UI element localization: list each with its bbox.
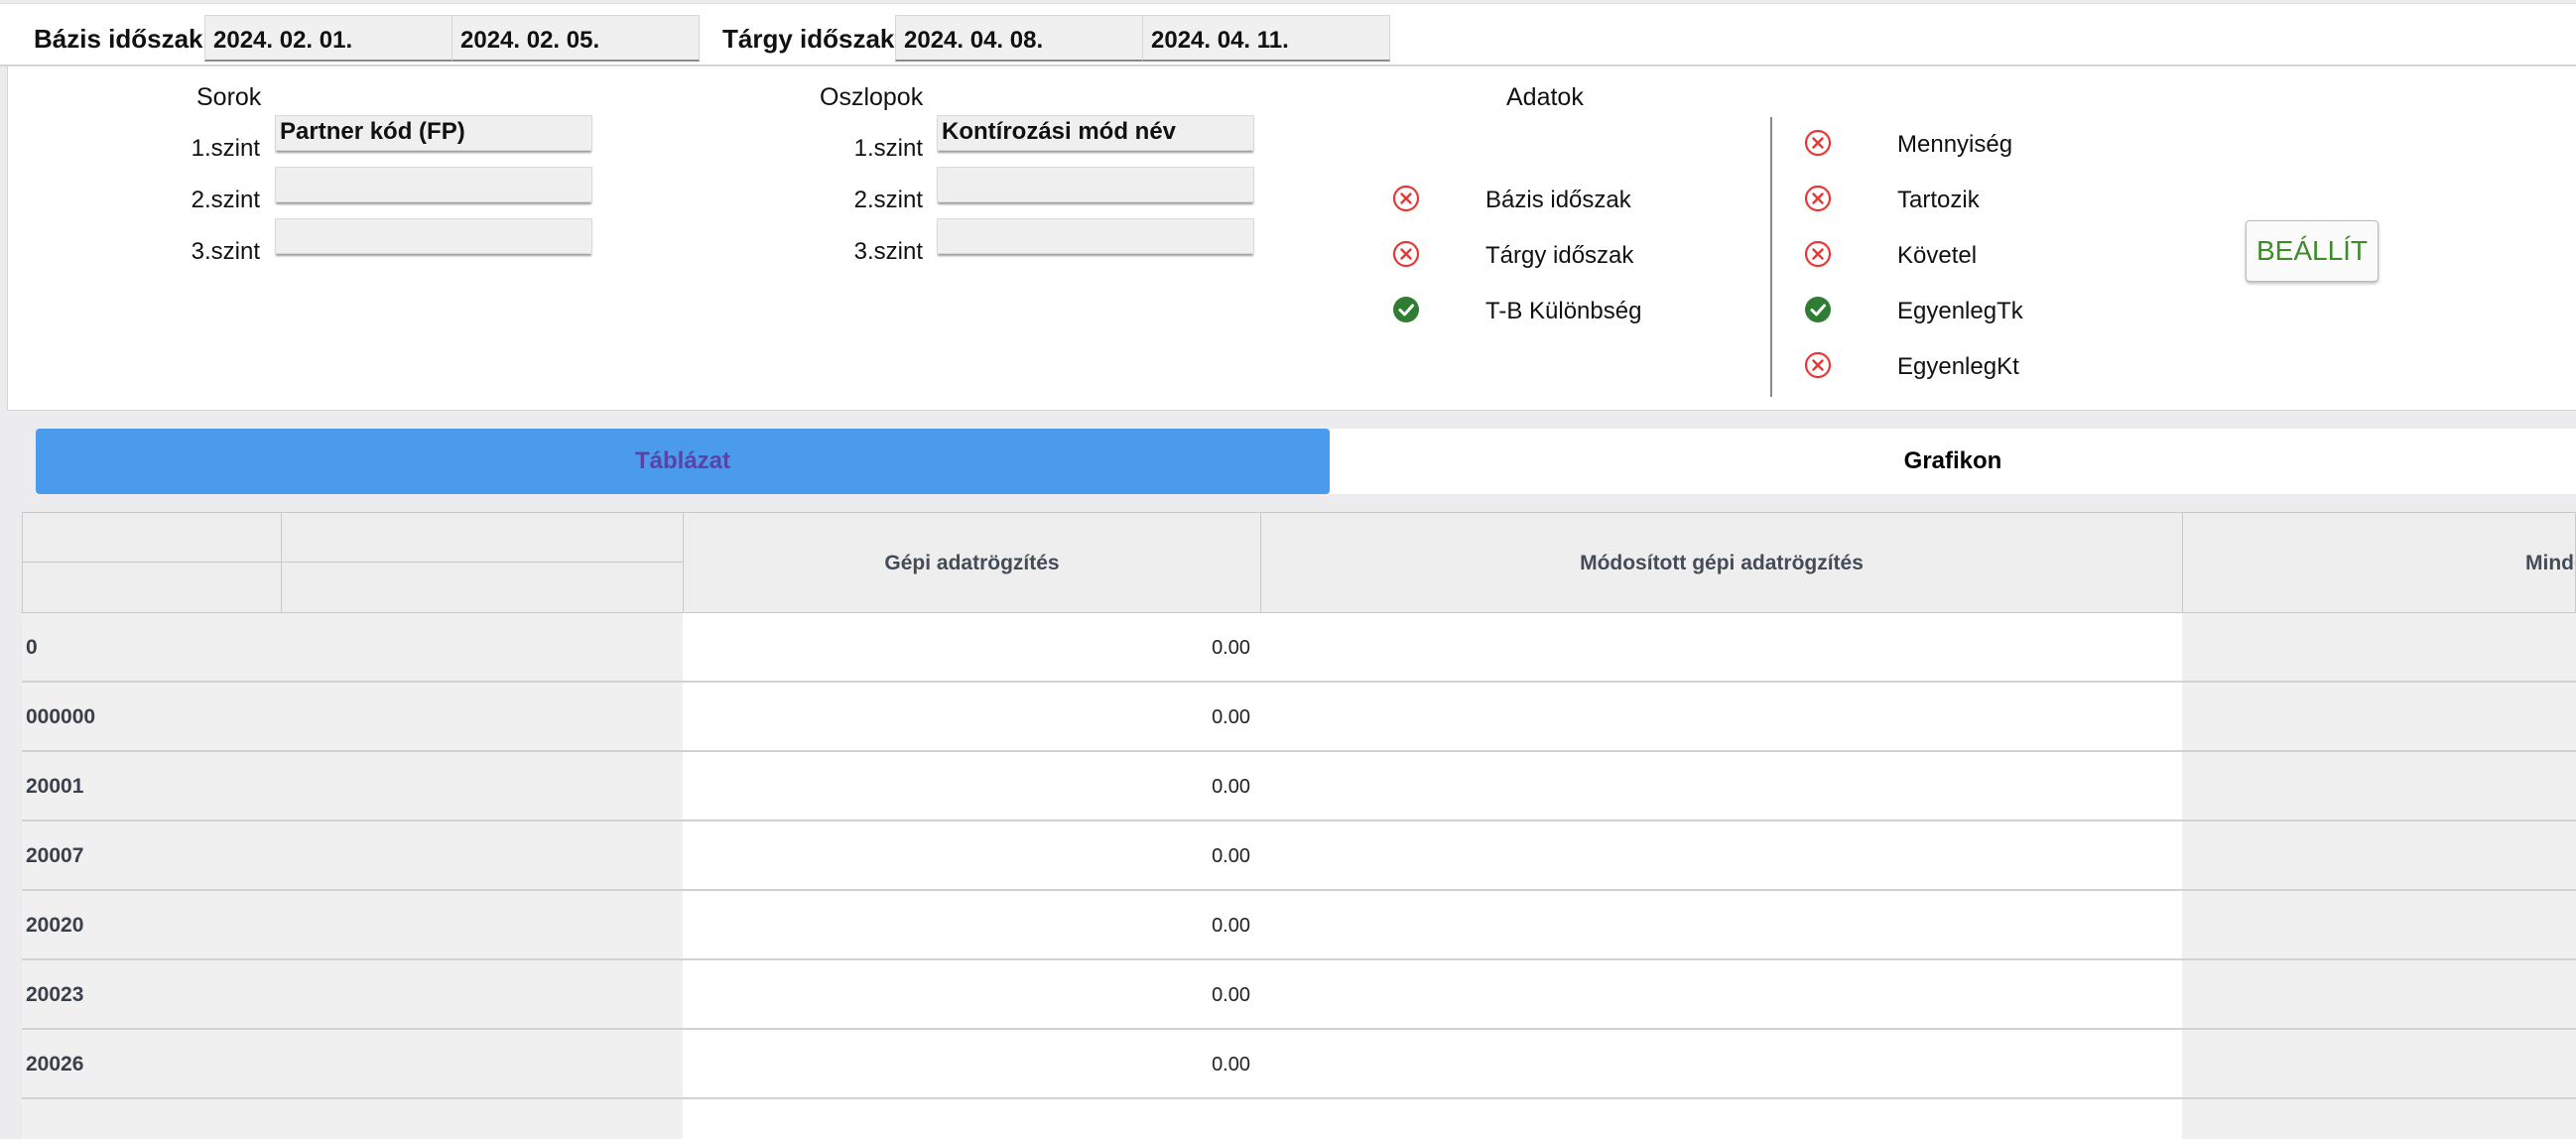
data-toggle-label: T-B Különbség <box>1485 298 1642 324</box>
subject-period-label: Tárgy időszak <box>722 24 895 54</box>
row-empty-cell[interactable] <box>2182 683 2576 752</box>
row-empty-cell[interactable] <box>2182 1030 2576 1099</box>
row-empty-cell[interactable] <box>2182 960 2576 1030</box>
set-button[interactable]: BEÁLLÍT <box>2246 220 2379 282</box>
column-header[interactable]: Gépi adatrögzítés <box>683 512 1261 613</box>
data-toggle-label: EgyenlegKt <box>1897 353 2019 380</box>
row-key-cell[interactable]: 20001 <box>22 752 684 822</box>
base-to-date-field[interactable]: 2024. 02. 05. <box>451 15 700 62</box>
header-corner-cell <box>22 562 282 613</box>
row-key-cell[interactable]: 20007 <box>22 822 684 891</box>
data-toggle-label: Követel <box>1897 242 1978 269</box>
row-empty-cell[interactable] <box>1260 683 2183 752</box>
column-header[interactable]: Mindös <box>2182 512 2576 613</box>
x-circle-icon[interactable] <box>1392 240 1420 268</box>
row-empty-cell[interactable] <box>1260 752 2183 822</box>
row-empty-cell[interactable] <box>1260 613 2183 683</box>
rows-level-1-label: 1.szint <box>191 135 260 162</box>
tab-chart[interactable]: Grafikon <box>1330 429 2576 494</box>
row-empty-cell[interactable] <box>1260 891 2183 960</box>
row-value-cell[interactable]: 0.00 <box>683 683 1261 752</box>
columns-config-title: Oszlopok <box>820 83 924 111</box>
check-circle-icon[interactable] <box>1392 296 1420 323</box>
row-partial-cell <box>22 1099 684 1139</box>
columns-level-3-field[interactable] <box>937 218 1254 254</box>
columns-level-3-label: 3.szint <box>853 238 923 265</box>
header-corner-cell <box>22 512 282 563</box>
row-key-cell[interactable]: 20020 <box>22 891 684 960</box>
rows-level-2-label: 2.szint <box>191 187 260 213</box>
subject-to-date-field[interactable]: 2024. 04. 11. <box>1142 15 1390 62</box>
row-partial-cell <box>1260 1099 2183 1139</box>
x-circle-icon[interactable] <box>1804 129 1832 157</box>
data-grid: Gépi adatrögzítés Módosított gépi adatrö… <box>22 512 2576 1139</box>
row-empty-cell[interactable] <box>1260 1030 2183 1099</box>
row-value-cell[interactable]: 0.00 <box>683 752 1261 822</box>
row-value-cell[interactable]: 0.00 <box>683 891 1261 960</box>
x-circle-icon[interactable] <box>1392 185 1420 212</box>
columns-level-1-field[interactable]: Kontírozási mód név <box>937 115 1254 151</box>
row-value-cell[interactable]: 0.00 <box>683 822 1261 891</box>
x-circle-icon[interactable] <box>1804 185 1832 212</box>
row-empty-cell[interactable] <box>2182 822 2576 891</box>
data-config-title: Adatok <box>1506 83 1584 111</box>
row-empty-cell[interactable] <box>1260 822 2183 891</box>
row-partial-cell <box>683 1099 1261 1139</box>
row-key-cell[interactable]: 000000 <box>22 683 684 752</box>
header-corner-cell <box>281 562 706 613</box>
row-empty-cell[interactable] <box>1260 960 2183 1030</box>
row-value-cell[interactable]: 0.00 <box>683 960 1261 1030</box>
data-toggle-label: Tartozik <box>1897 187 1980 213</box>
row-value-cell[interactable]: 0.00 <box>683 613 1261 683</box>
row-empty-cell[interactable] <box>2182 891 2576 960</box>
row-value-cell[interactable]: 0.00 <box>683 1030 1261 1099</box>
tab-table[interactable]: Táblázat <box>36 429 1330 494</box>
rows-level-1-field[interactable]: Partner kód (FP) <box>275 115 592 151</box>
period-bar: Bázis időszak 2024. 02. 01. 2024. 02. 05… <box>0 3 2576 66</box>
header-corner-cell <box>281 512 706 563</box>
columns-level-2-field[interactable] <box>937 167 1254 202</box>
data-toggle-label: Bázis időszak <box>1485 187 1631 213</box>
data-divider <box>1770 117 1772 397</box>
columns-level-1-label: 1.szint <box>853 135 923 162</box>
row-empty-cell[interactable] <box>2182 613 2576 683</box>
columns-level-2-label: 2.szint <box>853 187 923 213</box>
base-period-label: Bázis időszak <box>34 24 203 54</box>
x-circle-icon[interactable] <box>1804 240 1832 268</box>
base-from-date-field[interactable]: 2024. 02. 01. <box>204 15 452 62</box>
rows-level-2-field[interactable] <box>275 167 592 202</box>
row-key-cell[interactable]: 20023 <box>22 960 684 1030</box>
check-circle-icon[interactable] <box>1804 296 1832 323</box>
rows-config-title: Sorok <box>196 83 262 111</box>
rows-level-3-label: 3.szint <box>191 238 260 265</box>
row-empty-cell[interactable] <box>2182 752 2576 822</box>
rows-level-3-field[interactable] <box>275 218 592 254</box>
data-toggle-label: Mennyiség <box>1897 131 2013 158</box>
data-toggle-label: EgyenlegTk <box>1897 298 2023 324</box>
data-toggle-label: Tárgy időszak <box>1485 242 1634 269</box>
x-circle-icon[interactable] <box>1804 351 1832 379</box>
row-key-cell[interactable]: 0 <box>22 613 684 683</box>
row-partial-cell <box>2182 1099 2576 1139</box>
subject-from-date-field[interactable]: 2024. 04. 08. <box>895 15 1143 62</box>
column-header[interactable]: Módosított gépi adatrögzítés <box>1260 512 2183 613</box>
row-key-cell[interactable]: 20026 <box>22 1030 684 1099</box>
